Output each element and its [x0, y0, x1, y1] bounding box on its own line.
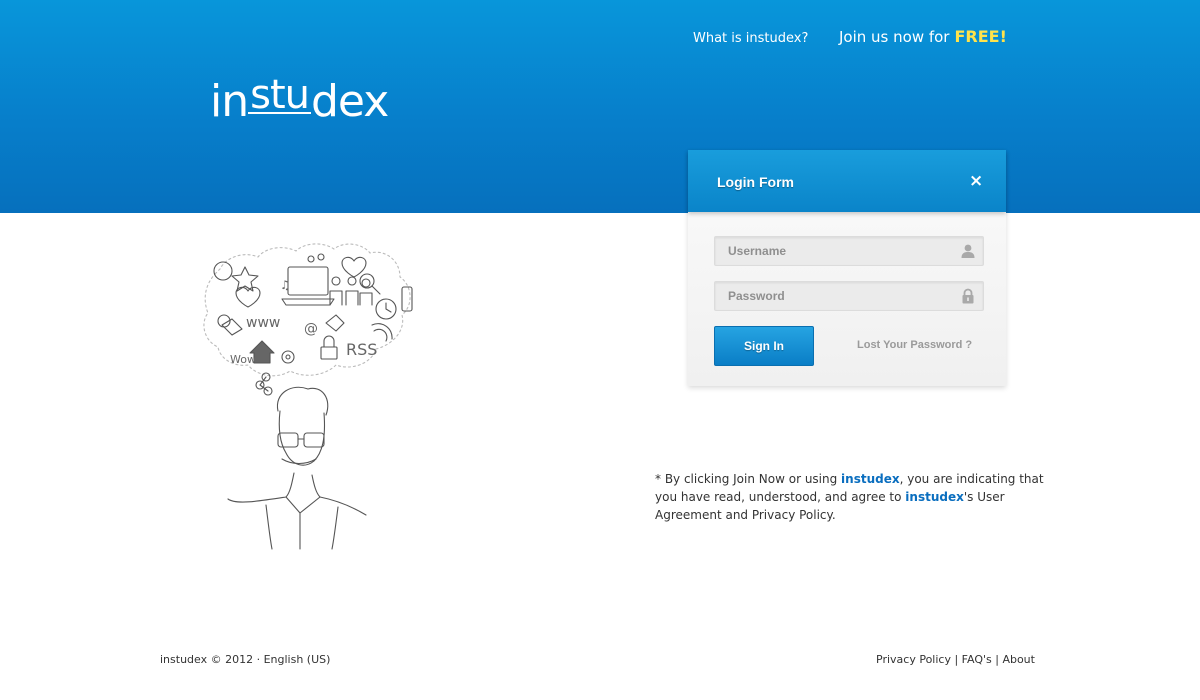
logo-prefix: in: [210, 76, 249, 127]
login-header: Login Form ×: [688, 150, 1006, 212]
join-free: FREE!: [954, 27, 1007, 46]
logo-mid: stu: [248, 72, 311, 118]
user-icon: [961, 244, 975, 258]
footer-faqs-link[interactable]: FAQ's: [962, 653, 992, 666]
terms-brand-link-1[interactable]: instudex: [841, 472, 900, 486]
join-link[interactable]: Join us now for FREE!: [839, 27, 1007, 46]
footer-privacy-link[interactable]: Privacy Policy: [876, 653, 951, 666]
close-icon[interactable]: ×: [969, 170, 983, 192]
login-form: Login Form × Sign In Lost Your Password …: [688, 150, 1006, 386]
lost-password-link[interactable]: Lost Your Password ?: [857, 339, 972, 351]
svg-text:www: www: [246, 315, 280, 331]
terms-brand-link-2[interactable]: instudex: [905, 490, 964, 504]
login-title: Login Form: [717, 174, 794, 190]
lock-icon: [962, 288, 974, 304]
username-input[interactable]: [715, 237, 951, 265]
password-input[interactable]: [715, 282, 951, 310]
footer-links: Privacy Policy | FAQ's | About: [876, 653, 1035, 666]
svg-text:Wow: Wow: [230, 353, 256, 366]
terms-notice: * By clicking Join Now or using instudex…: [655, 470, 1045, 524]
footer-separator: |: [991, 653, 1003, 666]
sign-in-button[interactable]: Sign In: [714, 326, 814, 366]
svg-text:RSS: RSS: [346, 340, 377, 359]
what-is-link[interactable]: What is instudex?: [693, 31, 808, 46]
password-field: [714, 281, 984, 311]
svg-text:♫: ♫: [280, 278, 291, 292]
terms-text-1: * By clicking Join Now or using: [655, 472, 842, 486]
username-field: [714, 236, 984, 266]
logo-suffix: dex: [311, 76, 389, 127]
join-text: Join us now for: [839, 28, 950, 46]
logo[interactable]: in stu dex: [210, 68, 389, 127]
footer-copyright: instudex © 2012 · English (US): [160, 653, 331, 666]
svg-text:@: @: [304, 321, 318, 337]
header-banner: in stu dex What is instudex? Join us now f…: [0, 0, 1200, 213]
footer-about-link[interactable]: About: [1002, 653, 1035, 666]
thought-cloud-illustration: www @ RSS Wow ♫: [203, 243, 413, 550]
footer-separator: |: [950, 653, 962, 666]
